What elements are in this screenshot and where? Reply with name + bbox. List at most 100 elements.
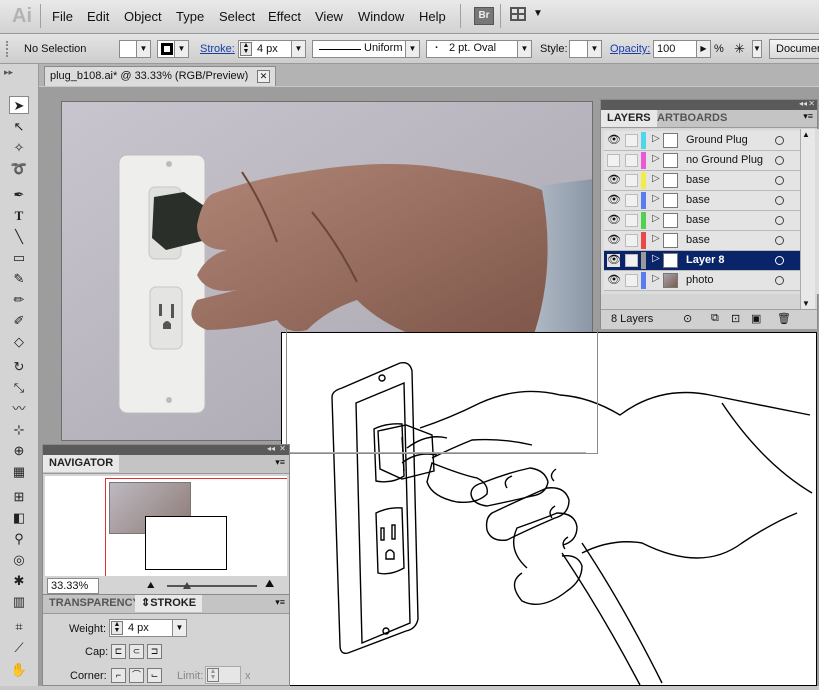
layer-name[interactable]: no Ground Plug	[686, 154, 763, 166]
close-icon[interactable]: ✕	[279, 444, 286, 453]
magic-wand-tool-icon[interactable]: ✧	[9, 139, 29, 157]
stepper-icon[interactable]: ▲ ▼	[207, 668, 219, 682]
menu-type[interactable]: Type	[176, 9, 204, 24]
limit-field[interactable]: ▲ ▼	[205, 666, 241, 684]
eye-icon[interactable]: 👁	[607, 234, 621, 247]
panel-menu-icon[interactable]: ▾≡	[275, 597, 285, 608]
zoom-field[interactable]: 33.33%	[47, 578, 99, 594]
scroll-down-icon[interactable]: ▼	[802, 299, 810, 308]
eye-icon[interactable]: 👁	[607, 174, 621, 187]
target-circle-icon[interactable]	[775, 176, 784, 185]
scroll-up-icon[interactable]: ▲	[802, 130, 810, 139]
target-circle-icon[interactable]	[775, 216, 784, 225]
target-circle-icon[interactable]	[775, 256, 784, 265]
eye-icon[interactable]: 👁	[607, 194, 621, 207]
make-clipping-mask-icon[interactable]: ⧉	[711, 312, 719, 325]
locate-object-icon[interactable]: ⊙	[683, 312, 692, 325]
chevron-right-icon[interactable]: ▶	[696, 41, 710, 57]
collapse-arrows-icon[interactable]: ◂◂	[799, 99, 807, 108]
type-tool-icon[interactable]: T	[9, 207, 29, 225]
tab-artboards[interactable]: ARTBOARDS	[651, 110, 733, 127]
navigator-preview[interactable]	[45, 476, 287, 576]
menu-select[interactable]: Select	[219, 9, 255, 24]
line-tool-icon[interactable]: ╲	[9, 228, 29, 246]
layer-name[interactable]: Ground Plug	[686, 134, 748, 146]
navigator-view-box[interactable]	[105, 478, 287, 576]
lock-toggle[interactable]	[625, 154, 638, 167]
hand-tool-icon[interactable]: ✋	[9, 661, 29, 679]
lock-toggle[interactable]	[625, 214, 638, 227]
zoom-slider-thumb[interactable]	[183, 582, 191, 589]
target-circle-icon[interactable]	[775, 156, 784, 165]
layer-name[interactable]: photo	[686, 274, 714, 286]
close-icon[interactable]: ✕	[808, 99, 815, 108]
menu-effect[interactable]: Effect	[268, 9, 301, 24]
new-sublayer-icon[interactable]: ⊡	[731, 312, 740, 325]
bridge-button[interactable]: Br	[474, 7, 494, 25]
lock-toggle[interactable]	[625, 274, 638, 287]
disclosure-triangle-icon[interactable]: ▷	[652, 193, 660, 204]
panel-menu-icon[interactable]: ▾≡	[803, 111, 813, 122]
lasso-tool-icon[interactable]: ➰	[9, 160, 29, 178]
scale-tool-icon[interactable]: ⤡	[9, 379, 29, 397]
tab-navigator[interactable]: NAVIGATOR	[43, 455, 120, 472]
miter-join-button[interactable]: ⌐	[111, 668, 126, 683]
blend-tool-icon[interactable]: ◎	[9, 551, 29, 569]
disclosure-triangle-icon[interactable]: ▷	[652, 153, 660, 164]
layer-name[interactable]: Layer 8	[686, 254, 725, 266]
brush-definition-dropdown[interactable]: · 2 pt. Oval ▼	[426, 40, 532, 58]
symbol-sprayer-tool-icon[interactable]: ✱	[9, 572, 29, 590]
eye-icon[interactable]: 👁	[607, 214, 621, 227]
lock-toggle[interactable]	[625, 254, 638, 267]
free-transform-tool-icon[interactable]: ⊹	[9, 421, 29, 439]
menu-file[interactable]: File	[52, 9, 73, 24]
menu-view[interactable]: View	[315, 9, 343, 24]
disclosure-triangle-icon[interactable]: ▷	[652, 133, 660, 144]
layer-name[interactable]: base	[686, 214, 710, 226]
layer-row-photo[interactable]: 👁 ▷ photo	[604, 271, 800, 291]
chevron-down-icon[interactable]: ▼	[291, 41, 305, 57]
layer-row-base-4[interactable]: 👁 ▷ base	[604, 231, 800, 251]
eye-icon[interactable]: 👁	[607, 254, 621, 267]
panel-titlebar[interactable]: ◂◂ ✕	[43, 444, 289, 455]
gradient-tool-icon[interactable]: ◧	[9, 509, 29, 527]
disclosure-triangle-icon[interactable]: ▷	[652, 173, 660, 184]
eyedropper-tool-icon[interactable]: ⚲	[9, 530, 29, 548]
eye-icon[interactable]: 👁	[607, 274, 621, 287]
rotate-tool-icon[interactable]: ↻	[9, 358, 29, 376]
document-tab[interactable]: plug_b108.ai* @ 33.33% (RGB/Preview) ✕	[44, 66, 276, 86]
tab-layers[interactable]: LAYERS	[601, 110, 657, 127]
fill-swatch-dropdown[interactable]: ▼	[119, 40, 151, 58]
layer-name[interactable]: base	[686, 234, 710, 246]
rectangle-tool-icon[interactable]: ▭	[9, 249, 29, 267]
trash-icon[interactable]: 🗑	[777, 312, 791, 325]
collapse-arrows-icon[interactable]: ◂◂	[267, 444, 275, 453]
recolor-dropdown[interactable]: ▼	[752, 40, 762, 58]
butt-cap-button[interactable]: ⊏	[111, 644, 126, 659]
mesh-tool-icon[interactable]: ⊞	[9, 488, 29, 506]
zoom-out-icon[interactable]: ⛰	[147, 580, 155, 591]
arrange-documents-icon[interactable]	[510, 7, 526, 21]
target-circle-icon[interactable]	[775, 196, 784, 205]
recolor-artwork-icon[interactable]: ✳	[734, 41, 745, 57]
disclosure-triangle-icon[interactable]: ▷	[652, 233, 660, 244]
shape-builder-tool-icon[interactable]: ⊕	[9, 442, 29, 460]
lock-toggle[interactable]	[625, 234, 638, 247]
pencil-tool-icon[interactable]: ✏	[9, 291, 29, 309]
column-graph-tool-icon[interactable]: ▥	[9, 593, 29, 611]
new-layer-icon[interactable]: ▣	[751, 312, 761, 325]
layer-row-no-ground-plug[interactable]: ▷ no Ground Plug	[604, 151, 800, 171]
stroke-swatch-dropdown[interactable]: ▼	[157, 40, 189, 58]
panel-titlebar[interactable]: ◂◂ ✕	[601, 99, 817, 110]
layer-list-scrollbar[interactable]: ▲ ▼	[800, 129, 815, 309]
projecting-cap-button[interactable]: ⊐	[147, 644, 162, 659]
disclosure-triangle-icon[interactable]: ▷	[652, 273, 660, 284]
panel-menu-icon[interactable]: ▾≡	[275, 457, 285, 468]
eye-hidden-icon[interactable]	[607, 154, 620, 167]
perspective-grid-tool-icon[interactable]: ▦	[9, 463, 29, 481]
menu-window[interactable]: Window	[358, 9, 404, 24]
target-circle-icon[interactable]	[775, 136, 784, 145]
document-setup-button[interactable]: Documen	[769, 39, 819, 59]
collapse-arrows-icon[interactable]: ▸▸	[4, 67, 13, 78]
tab-stroke[interactable]: ⇕STROKE	[135, 595, 203, 612]
